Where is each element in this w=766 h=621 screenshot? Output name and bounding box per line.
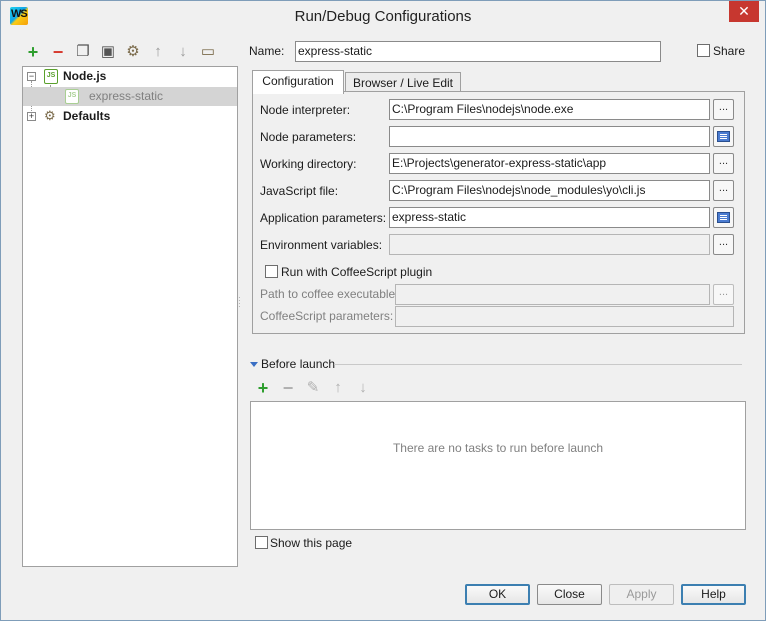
config-tree: − JS Node.js JS express-static + ⚙ Defau… [22, 66, 238, 567]
nodejs-icon: JS [44, 69, 58, 84]
browse-javascript-file-button[interactable]: ... [713, 180, 734, 201]
tree-item-label: Node.js [63, 69, 107, 83]
ok-button[interactable]: OK [465, 584, 530, 605]
edit-defaults-icon[interactable]: ⚙ [123, 42, 143, 62]
expand-node-parameters-button[interactable] [713, 126, 734, 147]
tab-configuration[interactable]: Configuration [252, 70, 344, 94]
coffeescript-checkbox[interactable] [265, 265, 278, 278]
text-editor-icon [717, 131, 730, 142]
before-launch-title[interactable]: Before launch [261, 357, 335, 371]
window-title: Run/Debug Configurations [294, 8, 472, 25]
browse-coffee-path-button[interactable]: ... [713, 284, 734, 305]
tree-item-label: Defaults [63, 109, 111, 123]
move-task-down-icon[interactable]: ↓ [353, 378, 373, 398]
folder-icon[interactable]: ▭ [198, 42, 218, 62]
remove-icon[interactable]: − [48, 42, 68, 62]
close-button[interactable]: Close [537, 584, 602, 605]
title-bar: WS Run/Debug Configurations ✕ [1, 1, 765, 32]
collapse-icon[interactable]: − [27, 72, 36, 81]
working-directory-field[interactable]: E:\Projects\generator-express-static\app [389, 153, 710, 174]
show-page-label: Show this page [270, 536, 353, 550]
environment-variables-field[interactable] [389, 234, 710, 255]
node-interpreter-label: Node interpreter: [260, 103, 351, 117]
name-field[interactable]: express-static [295, 41, 661, 62]
move-task-up-icon[interactable]: ↑ [328, 378, 348, 398]
tree-item-nodejs[interactable]: − JS Node.js [23, 67, 237, 86]
application-parameters-field[interactable]: express-static [389, 207, 710, 228]
node-interpreter-field[interactable]: C:\Program Files\nodejs\node.exe [389, 99, 710, 120]
coffee-path-field[interactable] [395, 284, 710, 305]
tree-item-express-static[interactable]: JS express-static [23, 87, 237, 106]
working-directory-label: Working directory: [260, 157, 357, 171]
add-icon[interactable]: + [23, 42, 43, 62]
collapse-triangle-icon[interactable] [250, 362, 258, 367]
help-button[interactable]: Help [681, 584, 746, 605]
tree-item-label: express-static [89, 89, 164, 103]
javascript-file-field[interactable]: C:\Program Files\nodejs\node_modules\yo\… [389, 180, 710, 201]
nodejs-icon: JS [65, 89, 79, 104]
node-parameters-field[interactable] [389, 126, 710, 147]
wrench-icon: ⚙ [44, 108, 56, 123]
move-up-icon[interactable]: ↑ [148, 42, 168, 62]
expand-application-parameters-button[interactable] [713, 207, 734, 228]
environment-variables-label: Environment variables: [260, 238, 383, 252]
javascript-file-label: JavaScript file: [260, 184, 339, 198]
edit-environment-variables-button[interactable]: ... [713, 234, 734, 255]
coffee-params-label: CoffeeScript parameters: [260, 309, 394, 323]
dialog-window: WS Run/Debug Configurations ✕ + − ❐ ▣ ⚙ … [0, 0, 766, 621]
browse-interpreter-button[interactable]: ... [713, 99, 734, 120]
tree-item-defaults[interactable]: + ⚙ Defaults [23, 107, 237, 126]
section-divider [334, 364, 742, 365]
share-label: Share [713, 44, 746, 58]
before-launch-task-list: There are no tasks to run before launch [250, 401, 746, 530]
coffee-params-field[interactable] [395, 306, 734, 327]
splitter-handle[interactable]: · · · · [238, 294, 242, 311]
coffeescript-label: Run with CoffeeScript plugin [281, 265, 433, 279]
apply-button[interactable]: Apply [609, 584, 674, 605]
copy-icon[interactable]: ❐ [73, 42, 93, 62]
remove-task-icon[interactable]: − [278, 378, 298, 398]
save-icon[interactable]: ▣ [98, 42, 118, 62]
browse-working-directory-button[interactable]: ... [713, 153, 734, 174]
text-editor-icon [717, 212, 730, 223]
node-parameters-label: Node parameters: [260, 130, 357, 144]
move-down-icon[interactable]: ↓ [173, 42, 193, 62]
empty-tasks-message: There are no tasks to run before launch [392, 441, 604, 455]
share-checkbox[interactable] [697, 44, 710, 57]
close-window-button[interactable]: ✕ [729, 1, 759, 22]
application-parameters-label: Application parameters: [260, 211, 387, 225]
expand-icon[interactable]: + [27, 112, 36, 121]
coffee-path-label: Path to coffee executable: [260, 287, 399, 301]
edit-task-icon[interactable]: ✎ [303, 378, 323, 398]
show-page-checkbox[interactable] [255, 536, 268, 549]
name-label: Name: [249, 44, 285, 58]
add-task-icon[interactable]: + [253, 378, 273, 398]
